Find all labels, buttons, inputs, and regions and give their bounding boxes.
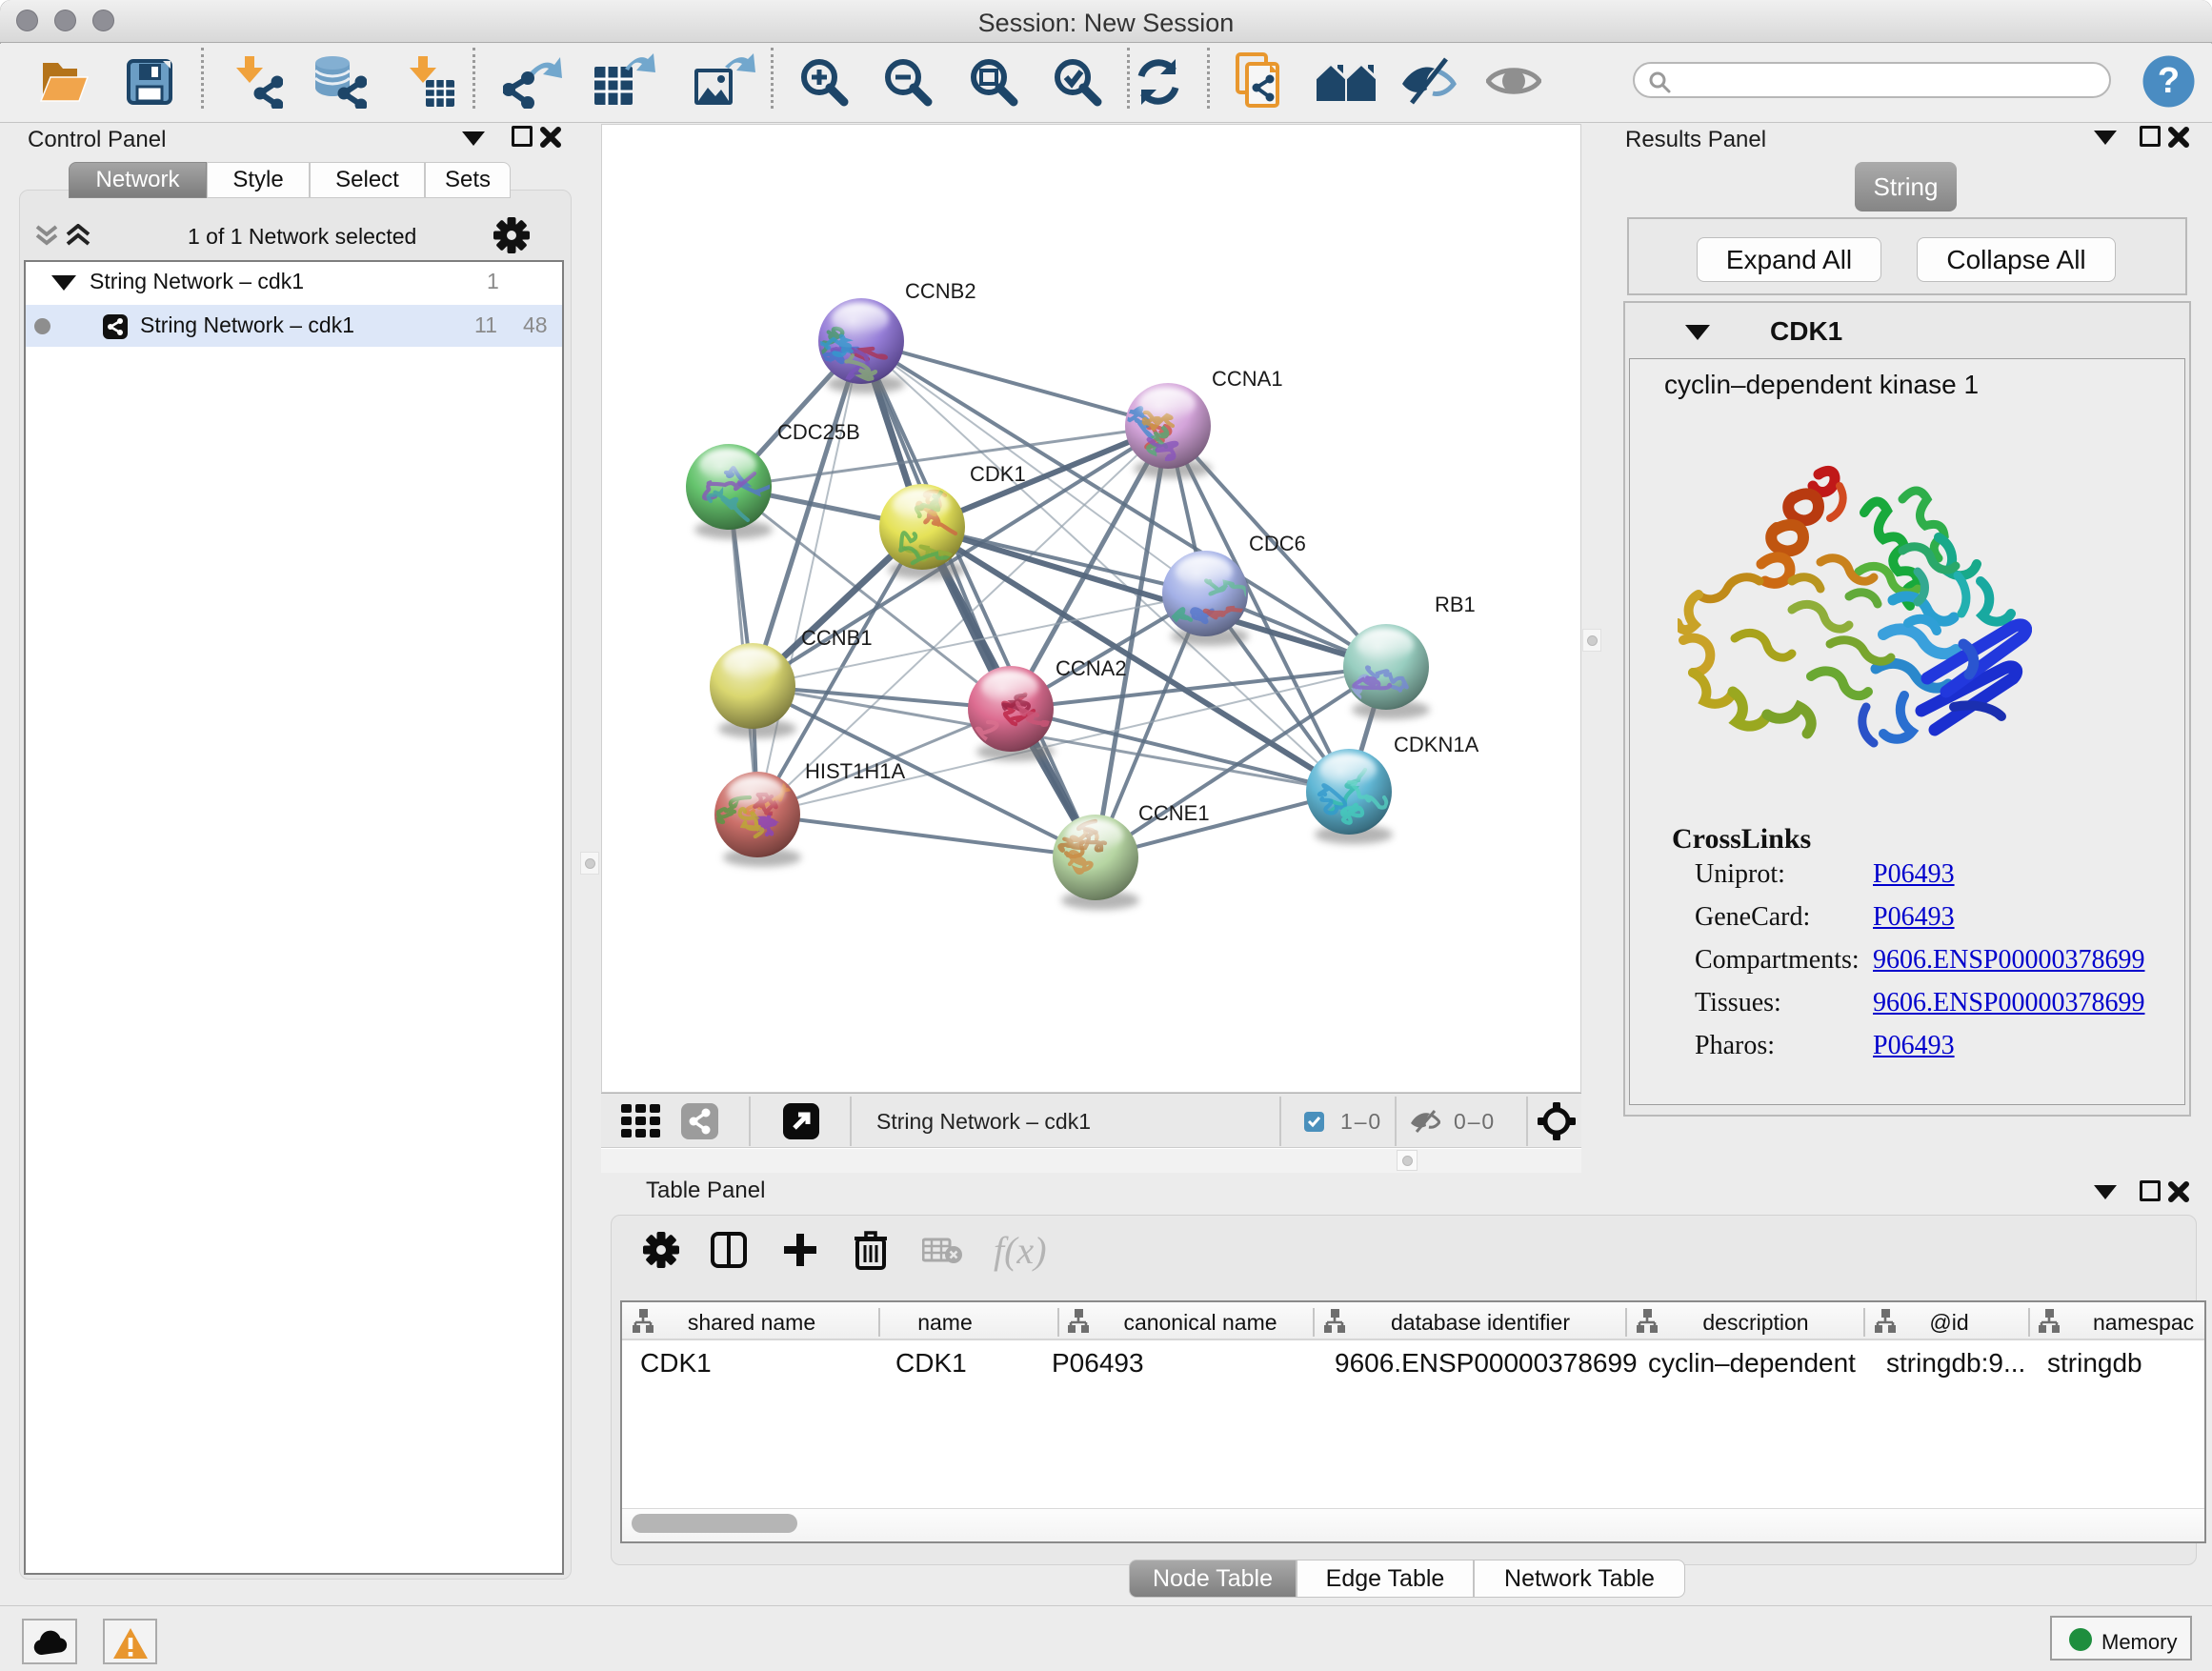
svg-text:CCNB2: CCNB2 <box>905 279 976 303</box>
svg-text:CDK1: CDK1 <box>970 462 1026 486</box>
svg-text:HIST1H1A: HIST1H1A <box>805 759 905 783</box>
svg-text:CCNE1: CCNE1 <box>1138 801 1210 825</box>
svg-text:CDC6: CDC6 <box>1249 532 1306 555</box>
svg-text:CCNB1: CCNB1 <box>801 626 873 650</box>
svg-text:?: ? <box>2158 61 2180 101</box>
svg-text:RB1: RB1 <box>1435 593 1476 616</box>
svg-text:CCNA1: CCNA1 <box>1212 367 1283 391</box>
svg-text:CDC25B: CDC25B <box>777 420 860 444</box>
svg-text:CCNA2: CCNA2 <box>1056 656 1127 680</box>
svg-text:CDKN1A: CDKN1A <box>1394 733 1479 756</box>
